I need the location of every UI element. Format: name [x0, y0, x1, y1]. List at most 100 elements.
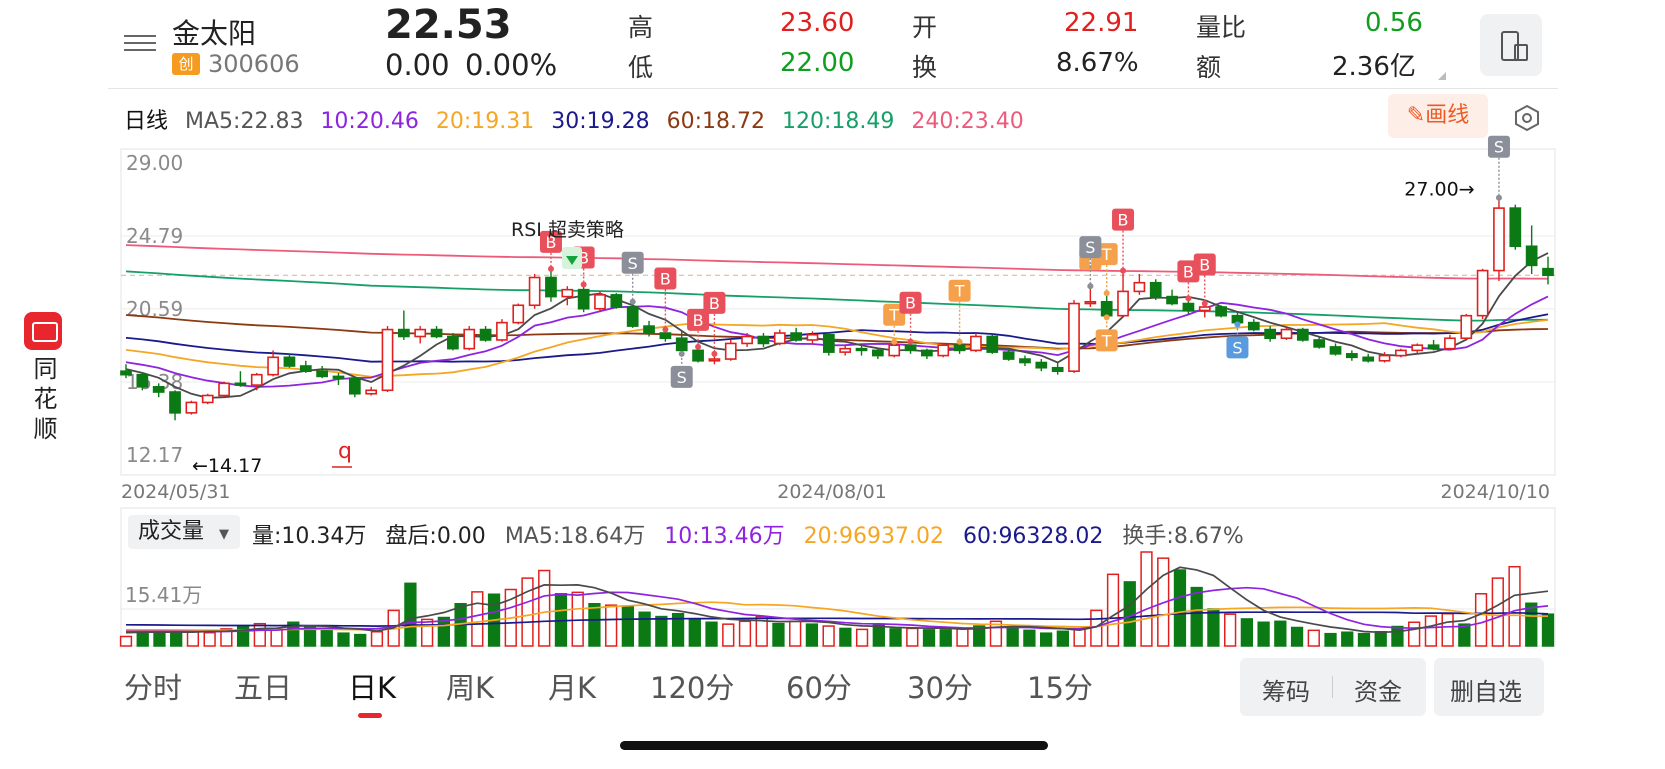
- candle[interactable]: [528, 274, 541, 309]
- candle[interactable]: [414, 326, 427, 344]
- signal-marker-s[interactable]: S: [670, 350, 693, 388]
- signal-marker-b[interactable]: B: [687, 308, 710, 350]
- candle[interactable]: [1411, 343, 1424, 354]
- candle[interactable]: [1133, 274, 1146, 295]
- candle-body: [1345, 353, 1358, 359]
- tab-1[interactable]: 分时: [124, 665, 182, 707]
- candle[interactable]: [561, 286, 574, 306]
- tab-8[interactable]: 30分: [907, 665, 973, 707]
- candle[interactable]: [937, 343, 950, 358]
- candle[interactable]: [773, 329, 786, 346]
- candle[interactable]: [1264, 326, 1277, 342]
- candle[interactable]: [283, 353, 296, 368]
- candle[interactable]: [986, 334, 999, 354]
- tab-2[interactable]: 五日: [234, 665, 292, 707]
- volume-bar: [705, 621, 718, 647]
- candle[interactable]: [1460, 313, 1473, 340]
- candle[interactable]: [626, 301, 639, 328]
- candle[interactable]: [1100, 293, 1113, 318]
- candle[interactable]: [1149, 279, 1162, 301]
- candle[interactable]: [397, 310, 410, 340]
- signal-marker-s[interactable]: S: [621, 251, 644, 305]
- candle[interactable]: [381, 326, 394, 393]
- vol-ma10-line: [125, 586, 1549, 633]
- candle[interactable]: [1395, 348, 1407, 358]
- signal-marker-b[interactable]: B: [654, 267, 677, 333]
- candle[interactable]: [1035, 359, 1048, 372]
- tab-7[interactable]: 60分: [786, 665, 852, 707]
- candle[interactable]: [724, 339, 737, 361]
- signal-marker-t[interactable]: T: [948, 279, 971, 345]
- candle[interactable]: [1247, 319, 1260, 332]
- candle[interactable]: [512, 303, 525, 325]
- candle[interactable]: [299, 360, 312, 373]
- volume-bar: [772, 622, 785, 647]
- candle[interactable]: [1329, 343, 1342, 356]
- candle[interactable]: [169, 390, 181, 421]
- candle[interactable]: [1362, 353, 1375, 363]
- candle[interactable]: [1215, 305, 1227, 318]
- candle[interactable]: [1427, 339, 1440, 351]
- candle[interactable]: [757, 333, 770, 347]
- candle-body: [1476, 269, 1489, 317]
- candle[interactable]: [1542, 256, 1554, 285]
- tab-4[interactable]: 周K: [446, 665, 494, 707]
- volume-bar: [521, 577, 534, 647]
- volume-bar: [822, 625, 835, 647]
- candle[interactable]: [970, 333, 982, 353]
- remove-watchlist-button[interactable]: 删自选: [1434, 658, 1544, 716]
- candle[interactable]: [1117, 270, 1129, 318]
- candle[interactable]: [1166, 289, 1178, 306]
- candle[interactable]: [610, 293, 623, 309]
- volume-bar: [270, 628, 283, 647]
- candle[interactable]: [921, 348, 933, 360]
- candle[interactable]: [218, 381, 230, 398]
- candle[interactable]: [1476, 268, 1489, 320]
- tab-3[interactable]: 日K: [348, 665, 396, 707]
- candle[interactable]: [822, 333, 835, 356]
- candle[interactable]: [545, 268, 557, 302]
- candle[interactable]: [1509, 204, 1522, 250]
- candle[interactable]: [1493, 197, 1505, 281]
- tab-5[interactable]: 月K: [548, 665, 596, 707]
- candle[interactable]: [577, 284, 590, 313]
- candle[interactable]: [185, 400, 198, 415]
- funds-button[interactable]: 资金: [1354, 672, 1402, 707]
- signal-marker-s[interactable]: S: [1487, 135, 1510, 201]
- signal-dot: [662, 326, 669, 333]
- candle[interactable]: [1068, 300, 1080, 373]
- candle[interactable]: [1084, 286, 1097, 308]
- candle[interactable]: [1444, 334, 1456, 351]
- candle[interactable]: [463, 326, 476, 351]
- candle[interactable]: [348, 376, 361, 398]
- candle[interactable]: [1345, 350, 1358, 361]
- signal-dot: [1185, 295, 1192, 302]
- candle[interactable]: [1019, 355, 1031, 366]
- tab-6[interactable]: 120分: [650, 665, 734, 707]
- candle[interactable]: [234, 371, 247, 387]
- chips-button[interactable]: 筹码: [1262, 672, 1310, 707]
- candle[interactable]: [316, 365, 329, 379]
- candle[interactable]: [594, 291, 606, 313]
- signal-marker-t[interactable]: T: [1095, 314, 1118, 352]
- candle[interactable]: [871, 348, 884, 360]
- candle[interactable]: [479, 326, 492, 342]
- candle-body: [822, 333, 835, 353]
- tab-9[interactable]: 15分: [1027, 665, 1093, 707]
- candle[interactable]: [839, 345, 852, 356]
- candle[interactable]: [365, 386, 378, 396]
- indicator-selector[interactable]: 成交量 ▼: [128, 515, 240, 549]
- kline-chart[interactable]: 29.0024.7920.5916.3812.17 BSBBSBTBTTTBBB…: [0, 0, 1665, 500]
- candle[interactable]: [496, 319, 508, 342]
- home-indicator[interactable]: [620, 741, 1048, 750]
- candle[interactable]: [201, 393, 214, 405]
- candle-body: [724, 342, 737, 360]
- volume-bar: [1525, 602, 1538, 647]
- candle[interactable]: [790, 327, 803, 342]
- candle[interactable]: [250, 372, 263, 391]
- candle[interactable]: [1296, 327, 1309, 342]
- candle[interactable]: [1051, 362, 1064, 375]
- candle[interactable]: [1525, 225, 1538, 275]
- candle[interactable]: [430, 326, 443, 339]
- candle[interactable]: [1280, 327, 1293, 340]
